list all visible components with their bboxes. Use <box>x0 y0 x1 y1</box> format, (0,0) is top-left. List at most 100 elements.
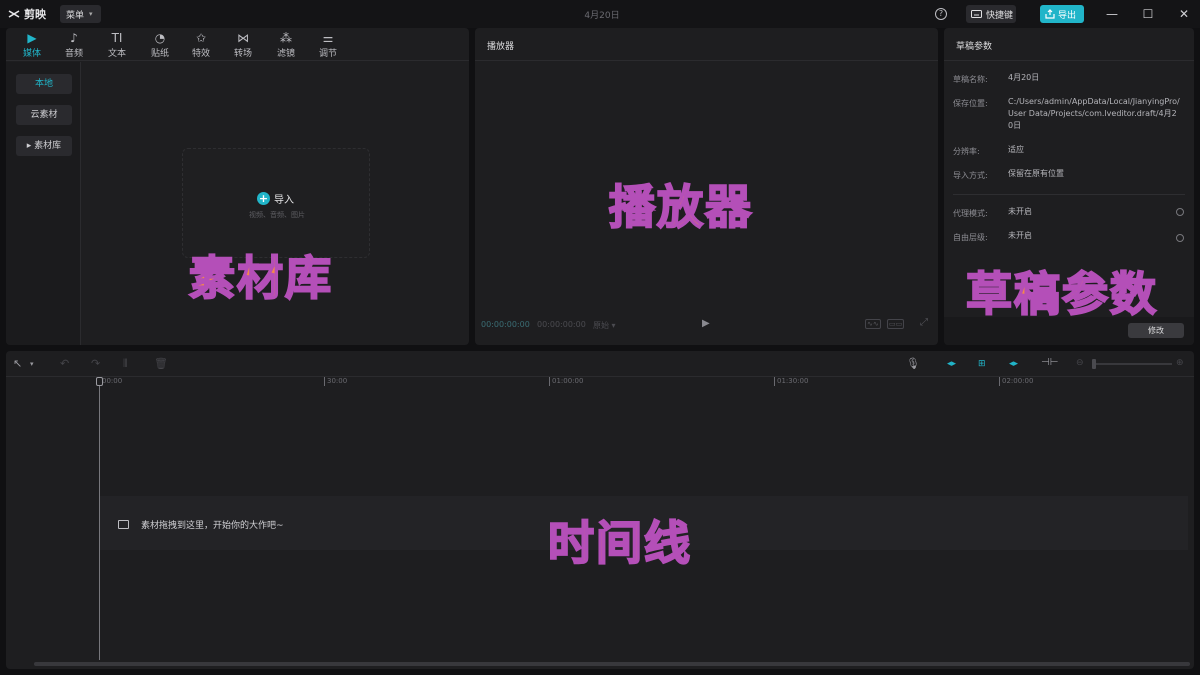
drop-hint: 素材拖拽到这里，开始你的大作吧~ <box>118 518 284 531</box>
tab-label: 文本 <box>108 49 126 59</box>
redo-icon[interactable]: ↷ <box>91 357 100 370</box>
tab-label: 转场 <box>234 49 252 59</box>
draft-prop-value: 未开启 <box>1008 230 1186 242</box>
draft-title: 草稿参数 <box>944 28 1194 61</box>
tab-icon: ✩ <box>184 31 218 46</box>
export-label: 导出 <box>1058 8 1076 21</box>
zoom-slider-handle[interactable] <box>1092 359 1096 369</box>
timeline-ruler[interactable]: 00:0030:0001:00:0001:30:0002:00:00 <box>6 377 1194 389</box>
draft-prop-value: 适应 <box>1008 144 1186 156</box>
help-icon[interactable]: ? <box>935 8 947 20</box>
draft-prop-label: 代理模式: <box>953 208 988 219</box>
shortcut-label: 快捷键 <box>986 8 1013 21</box>
draft-divider <box>953 194 1185 195</box>
keyboard-icon <box>971 10 982 18</box>
ratio-icon[interactable]: ▭▭ <box>887 319 904 329</box>
preview-axis-icon[interactable]: ⊣⊢ <box>1041 357 1058 368</box>
app-name: 剪映 <box>24 6 46 22</box>
ruler-tick-label: 01:30:00 <box>774 377 808 386</box>
fullscreen-icon[interactable]: ⤢ <box>919 319 929 329</box>
draft-prop-label: 导入方式: <box>953 170 988 181</box>
shortcut-button[interactable]: 快捷键 <box>966 5 1016 23</box>
linkage-icon[interactable]: ◂▸ <box>1009 359 1018 369</box>
ruler-tick-label: 02:00:00 <box>999 377 1033 386</box>
ratio-dropdown[interactable]: 原始 ▾ <box>593 320 616 331</box>
plus-icon: + <box>257 192 270 205</box>
minimize-icon[interactable]: — <box>1104 6 1120 22</box>
media-panel: ▶ 媒体 ♪ 音频 TI 文本 ◔贴纸 ✩ 特效 ⋈转场 ⁂ 滤镜 ⚌ 调节 本地云素材 ▸ 素材库 + 导… <box>6 28 469 345</box>
export-button[interactable]: 导出 <box>1040 5 1084 23</box>
tab-7[interactable]: ⚌ 调节 <box>311 31 345 59</box>
tab-icon: ◔ <box>143 31 177 46</box>
draft-prop-value: C:/Users/admin/AppData/Local/JianyingPro… <box>1008 96 1180 132</box>
media-tab-bar: ▶ 媒体 ♪ 音频 TI 文本 ◔贴纸 ✩ 特效 ⋈转场 ⁂ 滤镜 ⚌ 调节 <box>6 28 469 61</box>
chevron-down-icon: ▾ <box>89 10 93 18</box>
tab-label: 特效 <box>192 49 210 59</box>
tab-icon: ▶ <box>15 31 49 46</box>
split-icon[interactable]: ⫴ <box>123 357 128 371</box>
playhead-handle[interactable] <box>96 377 103 386</box>
horizontal-scrollbar[interactable] <box>34 662 1190 666</box>
timeline-overlay-caption: 时间线 <box>548 507 692 573</box>
draft-prop-value: 未开启 <box>1008 206 1186 218</box>
tab-3[interactable]: ◔贴纸 <box>143 31 177 59</box>
draft-prop-label: 草稿名称: <box>953 74 988 85</box>
document-title: 4月20日 <box>560 8 644 21</box>
tab-label: 音频 <box>65 49 83 59</box>
tab-label: 媒体 <box>23 49 41 59</box>
draft-prop-label: 自由层级: <box>953 232 988 243</box>
edit-button[interactable]: 修改 <box>1128 323 1184 338</box>
zoom-slider[interactable] <box>1092 363 1172 365</box>
chevron-down-icon[interactable]: ▾ <box>30 360 34 368</box>
import-hint: 视频、音频、图片 <box>183 210 371 220</box>
menu-label: 菜单 <box>66 8 84 21</box>
zoom-in-icon[interactable]: ⊕ <box>1176 358 1184 368</box>
tab-1[interactable]: ♪ 音频 <box>57 31 91 59</box>
app-logo: 剪映 <box>8 6 46 22</box>
tab-label: 滤镜 <box>277 49 295 59</box>
current-time: 00:00:00:00 <box>481 320 530 329</box>
ruler-tick-label: 01:00:00 <box>549 377 583 386</box>
zoom-out-icon[interactable]: ⊖ <box>1076 358 1084 368</box>
tab-2[interactable]: TI 文本 <box>100 31 134 59</box>
timeline-toolbar: ↖ ▾ ↶ ↷ ⫴ 🗑 🎙 ◂▸ ⊞ ◂▸ ⊣⊢ ⊖ ⊕ <box>6 351 1194 377</box>
tab-icon: ⁂ <box>269 31 303 46</box>
waveform-icon[interactable]: ∿∿ <box>865 319 881 329</box>
timeline-panel: ↖ ▾ ↶ ↷ ⫴ 🗑 🎙 ◂▸ ⊞ ◂▸ ⊣⊢ ⊖ ⊕ 00:0030:000… <box>6 351 1194 669</box>
draft-prop-value: 4月20日 <box>1008 72 1186 84</box>
media-side-item[interactable]: ▸ 素材库 <box>16 136 72 156</box>
menu-button[interactable]: 菜单 ▾ <box>60 5 101 23</box>
select-cursor-icon[interactable]: ↖ <box>13 357 22 370</box>
film-icon <box>118 520 129 529</box>
undo-icon[interactable]: ↶ <box>60 357 69 370</box>
tab-6[interactable]: ⁂ 滤镜 <box>269 31 303 59</box>
draft-prop-value: 保留在原有位置 <box>1008 168 1186 180</box>
export-icon <box>1045 9 1055 19</box>
media-side-item[interactable]: 云素材 <box>16 105 72 125</box>
draft-overlay-caption: 草稿参数 <box>966 258 1158 324</box>
title-bar: 剪映 菜单 ▾ 4月20日 ? 快捷键 导出 — ☐ ✕ <box>0 0 1200 28</box>
maximize-icon[interactable]: ☐ <box>1140 6 1156 22</box>
capcut-logo-icon <box>8 9 20 19</box>
player-title: 播放器 <box>475 28 938 61</box>
snap-icon[interactable]: ⊞ <box>978 359 986 369</box>
player-panel: 播放器 播放器 00:00:00:00 00:00:00:00 原始 ▾ ▶ ∿… <box>475 28 938 345</box>
play-icon[interactable]: ▶ <box>702 318 710 329</box>
tab-icon: ⚌ <box>311 31 345 46</box>
link-main-track-icon[interactable]: ◂▸ <box>947 359 956 369</box>
microphone-icon[interactable]: 🎙 <box>906 357 920 370</box>
info-icon[interactable] <box>1176 208 1184 216</box>
playhead[interactable] <box>99 378 100 660</box>
media-side-item[interactable]: 本地 <box>16 74 72 94</box>
info-icon[interactable] <box>1176 234 1184 242</box>
import-button[interactable]: + 导入 <box>257 191 294 206</box>
tab-0[interactable]: ▶ 媒体 <box>15 31 49 59</box>
tab-icon: TI <box>100 31 134 46</box>
delete-icon[interactable]: 🗑 <box>154 357 168 370</box>
tab-4[interactable]: ✩ 特效 <box>184 31 218 59</box>
media-overlay-caption: 素材库 <box>189 242 333 308</box>
tab-5[interactable]: ⋈转场 <box>226 31 260 59</box>
tab-icon: ♪ <box>57 31 91 46</box>
tab-label: 调节 <box>319 49 337 59</box>
close-icon[interactable]: ✕ <box>1176 6 1192 22</box>
